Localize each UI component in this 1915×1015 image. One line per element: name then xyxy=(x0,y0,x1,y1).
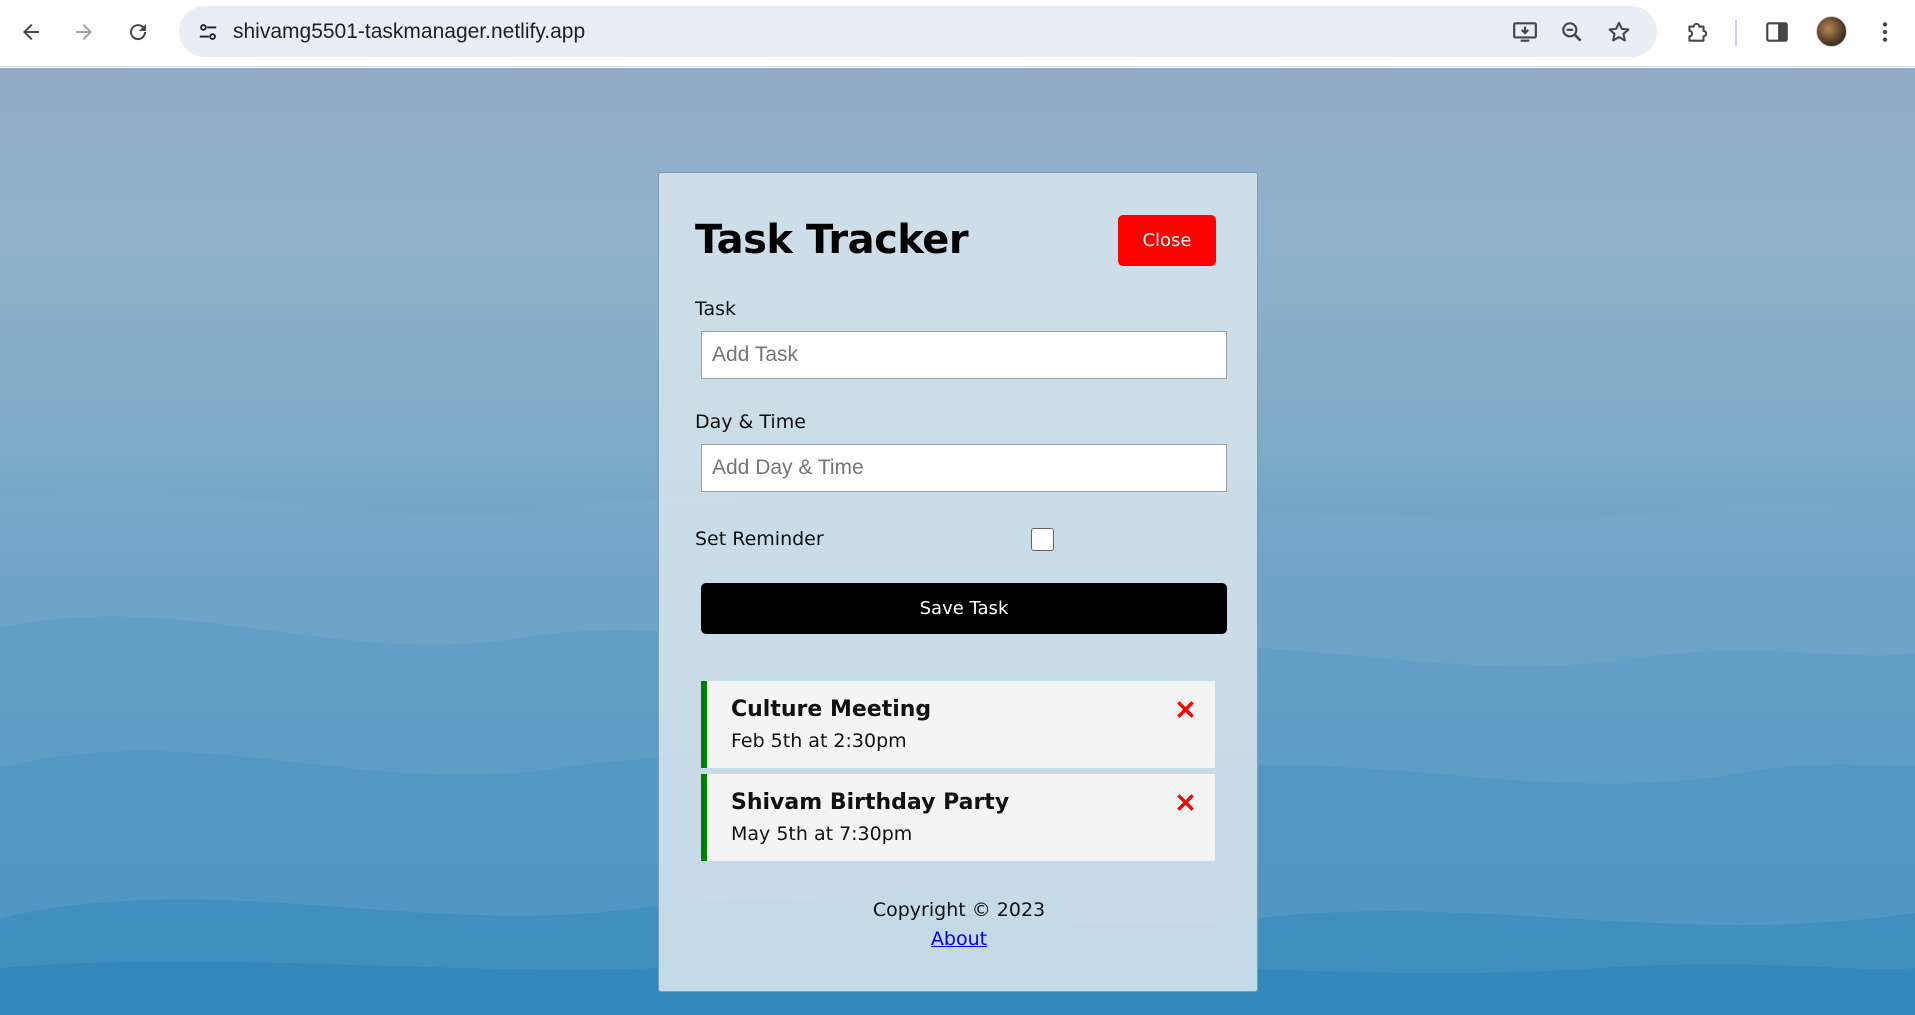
zoom-button[interactable] xyxy=(1556,16,1588,48)
task-label: Task xyxy=(695,298,737,320)
task-item[interactable]: Culture Meeting Feb 5th at 2:30pm xyxy=(701,681,1215,768)
extensions-button[interactable] xyxy=(1678,13,1716,51)
bookmark-button[interactable] xyxy=(1603,16,1635,48)
page-viewport: Task Tracker Close Task Day & Time Set R… xyxy=(0,68,1915,1015)
close-button[interactable]: Close xyxy=(1118,215,1216,266)
task-tracker-card: Task Tracker Close Task Day & Time Set R… xyxy=(658,172,1258,992)
side-panel-icon xyxy=(1766,22,1788,42)
about-link[interactable]: About xyxy=(931,928,987,950)
task-day-time: Feb 5th at 2:30pm xyxy=(731,730,907,752)
forward-arrow-icon xyxy=(76,24,92,40)
back-button[interactable] xyxy=(10,11,52,53)
site-info-button[interactable] xyxy=(191,15,225,49)
reload-button[interactable] xyxy=(117,11,159,53)
back-arrow-icon xyxy=(23,24,39,40)
footer-copyright: Copyright © 2023 xyxy=(872,899,1046,921)
close-x-icon xyxy=(1176,793,1194,811)
puzzle-icon xyxy=(1688,22,1708,42)
kebab-menu-icon xyxy=(1882,22,1888,42)
day-time-label: Day & Time xyxy=(695,411,806,433)
forward-button[interactable] xyxy=(63,11,105,53)
day-time-input[interactable] xyxy=(701,444,1227,492)
close-x-icon xyxy=(1176,700,1194,718)
task-title: Culture Meeting xyxy=(731,697,932,722)
side-panel-button[interactable] xyxy=(1758,13,1796,51)
save-task-button[interactable]: Save Task xyxy=(701,583,1227,634)
browser-menu-button[interactable] xyxy=(1866,13,1904,51)
install-app-icon xyxy=(1513,22,1537,42)
set-reminder-label: Set Reminder xyxy=(695,528,824,550)
url-text[interactable]: shivamg5501-taskmanager.netlify.app xyxy=(233,6,585,57)
task-day-time: May 5th at 7:30pm xyxy=(731,823,913,845)
tune-icon xyxy=(199,24,217,40)
address-bar[interactable]: shivamg5501-taskmanager.netlify.app xyxy=(179,6,1657,57)
delete-task-button[interactable] xyxy=(1173,697,1197,721)
delete-task-button[interactable] xyxy=(1173,790,1197,814)
task-item[interactable]: Shivam Birthday Party May 5th at 7:30pm xyxy=(701,774,1215,861)
install-app-button[interactable] xyxy=(1509,16,1541,48)
profile-avatar[interactable] xyxy=(1816,16,1847,47)
star-icon xyxy=(1608,21,1630,42)
task-input[interactable] xyxy=(701,331,1227,379)
app-title: Task Tracker xyxy=(695,217,969,263)
toolbar-divider xyxy=(1735,20,1737,46)
reload-icon xyxy=(130,24,147,41)
browser-toolbar: shivamg5501-taskmanager.netlify.app xyxy=(0,0,1915,67)
footer-about: About xyxy=(659,928,1259,950)
zoom-icon xyxy=(1562,22,1582,42)
task-title: Shivam Birthday Party xyxy=(731,790,1010,815)
set-reminder-checkbox[interactable] xyxy=(1031,528,1054,551)
